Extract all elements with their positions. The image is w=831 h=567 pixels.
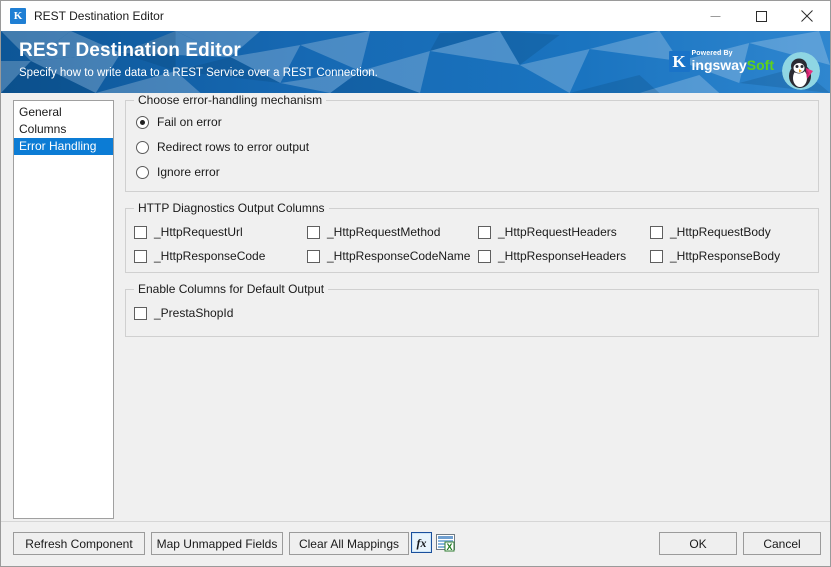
banner-subtitle: Specify how to write data to a REST Serv… — [19, 65, 378, 81]
checkbox-http-response-headers-label: _HttpResponseHeaders — [498, 249, 626, 263]
banner-title: REST Destination Editor — [19, 39, 378, 62]
error-handling-groupbox: Choose error-handling mechanism Fail on … — [125, 100, 819, 192]
checkbox-http-request-method-label: _HttpRequestMethod — [327, 225, 440, 239]
checkbox-http-request-method[interactable]: _HttpRequestMethod — [307, 225, 440, 239]
kingswaysoft-logo: K Powered By ingswaySoft — [669, 50, 774, 72]
checkbox-unchecked-icon — [307, 226, 320, 239]
radio-unselected-icon — [136, 141, 149, 154]
checkbox-http-request-headers[interactable]: _HttpRequestHeaders — [478, 225, 617, 239]
checkbox-unchecked-icon — [650, 250, 663, 263]
http-diagnostics-legend: HTTP Diagnostics Output Columns — [134, 201, 329, 215]
expression-fx-icon[interactable]: fx — [411, 532, 432, 553]
window-title: REST Destination Editor — [34, 9, 692, 23]
checkbox-http-request-body[interactable]: _HttpRequestBody — [650, 225, 771, 239]
default-output-groupbox: Enable Columns for Default Output _Prest… — [125, 289, 819, 337]
header-banner: REST Destination Editor Specify how to w… — [1, 31, 830, 93]
http-diagnostics-groupbox: HTTP Diagnostics Output Columns _HttpReq… — [125, 208, 819, 273]
minimize-icon[interactable] — [692, 1, 738, 31]
checkbox-http-response-body-label: _HttpResponseBody — [670, 249, 780, 263]
banner-text-block: REST Destination Editor Specify how to w… — [19, 39, 378, 81]
app-icon: K — [10, 8, 26, 24]
title-bar: K REST Destination Editor — [1, 1, 830, 31]
checkbox-prestashop-id[interactable]: _PrestaShopId — [134, 306, 233, 320]
checkbox-http-response-headers[interactable]: _HttpResponseHeaders — [478, 249, 626, 263]
default-output-legend: Enable Columns for Default Output — [134, 282, 328, 296]
map-unmapped-fields-button[interactable]: Map Unmapped Fields — [151, 532, 283, 555]
checkbox-prestashop-id-label: _PrestaShopId — [154, 306, 233, 320]
main-content: General Columns Error Handling Choose er… — [1, 93, 830, 521]
checkbox-http-response-code-name[interactable]: _HttpResponseCodeName — [307, 249, 470, 263]
radio-fail-on-error-label: Fail on error — [157, 115, 222, 129]
sidebar-item-general[interactable]: General — [14, 104, 113, 121]
checkbox-http-request-body-label: _HttpRequestBody — [670, 225, 771, 239]
radio-unselected-icon — [136, 166, 149, 179]
sidebar-item-error-handling[interactable]: Error Handling — [14, 138, 113, 155]
radio-ignore-error-label: Ignore error — [157, 165, 220, 179]
brand-name-part2: Soft — [747, 57, 774, 73]
powered-by-label: Powered By — [692, 50, 774, 57]
error-handling-legend: Choose error-handling mechanism — [134, 93, 326, 107]
brand-name-part1: ingsway — [692, 57, 747, 73]
checkbox-unchecked-icon — [134, 307, 147, 320]
checkbox-unchecked-icon — [134, 226, 147, 239]
clear-all-mappings-button[interactable]: Clear All Mappings — [289, 532, 409, 555]
prestashop-penguin-icon — [782, 52, 820, 90]
checkbox-http-response-body[interactable]: _HttpResponseBody — [650, 249, 780, 263]
radio-selected-icon — [136, 116, 149, 129]
checkbox-http-response-code[interactable]: _HttpResponseCode — [134, 249, 265, 263]
maximize-icon[interactable] — [738, 1, 784, 31]
checkbox-unchecked-icon — [478, 250, 491, 263]
checkbox-http-response-code-name-label: _HttpResponseCodeName — [327, 249, 470, 263]
sidebar-item-columns[interactable]: Columns — [14, 121, 113, 138]
kingswaysoft-wordmark: Powered By ingswaySoft — [692, 50, 774, 72]
svg-text:fx: fx — [417, 536, 427, 550]
ok-button[interactable]: OK — [659, 532, 737, 555]
svg-text:X: X — [446, 542, 452, 552]
kingswaysoft-k-icon: K — [669, 51, 690, 72]
cancel-button[interactable]: Cancel — [743, 532, 821, 555]
radio-redirect-rows[interactable]: Redirect rows to error output — [136, 140, 309, 154]
page-navigation-list[interactable]: General Columns Error Handling — [13, 100, 114, 519]
checkbox-http-request-headers-label: _HttpRequestHeaders — [498, 225, 617, 239]
checkbox-unchecked-icon — [307, 250, 320, 263]
checkbox-unchecked-icon — [478, 226, 491, 239]
rest-destination-editor-window: K REST Destination Editor — [0, 0, 831, 567]
window-controls — [692, 1, 830, 31]
refresh-component-button[interactable]: Refresh Component — [13, 532, 145, 555]
radio-ignore-error[interactable]: Ignore error — [136, 165, 220, 179]
radio-fail-on-error[interactable]: Fail on error — [136, 115, 222, 129]
checkbox-http-request-url-label: _HttpRequestUrl — [154, 225, 243, 239]
checkbox-http-request-url[interactable]: _HttpRequestUrl — [134, 225, 243, 239]
checkbox-http-response-code-label: _HttpResponseCode — [154, 249, 265, 263]
footer-bar: Refresh Component Map Unmapped Fields Cl… — [1, 521, 830, 566]
radio-redirect-rows-label: Redirect rows to error output — [157, 140, 309, 154]
checkbox-unchecked-icon — [134, 250, 147, 263]
export-grid-icon[interactable]: X — [435, 532, 456, 553]
checkbox-unchecked-icon — [650, 226, 663, 239]
close-icon[interactable] — [784, 1, 830, 31]
